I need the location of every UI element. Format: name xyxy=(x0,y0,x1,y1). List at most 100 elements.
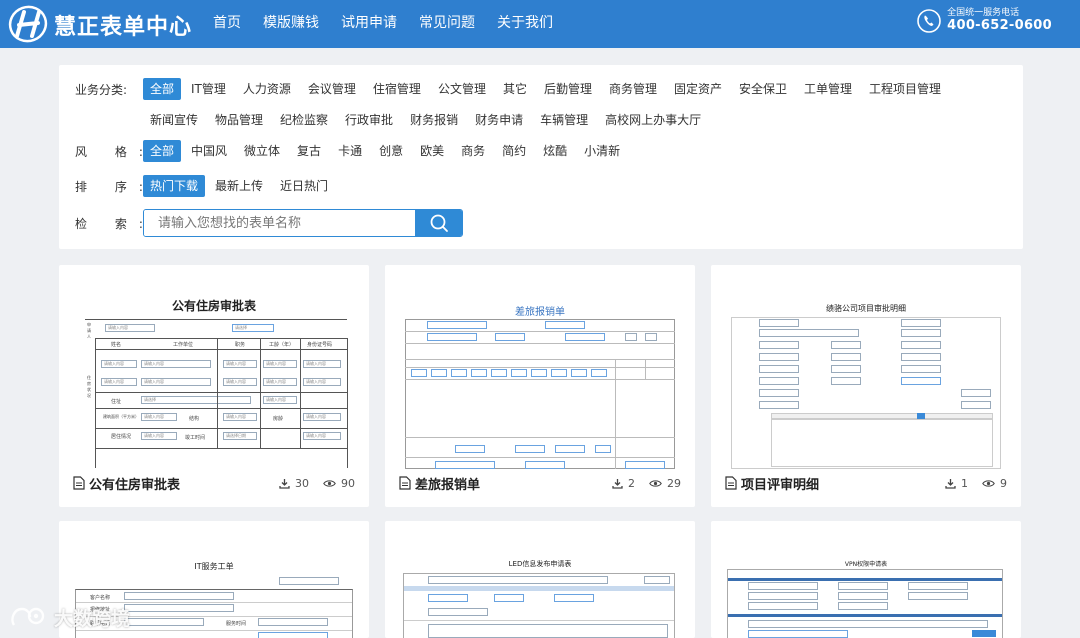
style-option[interactable]: 微立体 xyxy=(237,140,287,162)
template-thumbnail[interactable]: 差旅报销单 xyxy=(399,281,681,471)
document-icon xyxy=(399,476,411,490)
watermark-logo-icon xyxy=(11,607,45,626)
template-thumbnail[interactable]: 绩骆公司项目审批明细 xyxy=(725,281,1007,471)
style-label: 风 格: xyxy=(75,144,155,159)
search-row: 检 索: xyxy=(75,209,463,237)
category-option[interactable]: 后勤管理 xyxy=(537,78,599,100)
category-option[interactable]: 行政审批 xyxy=(338,109,400,131)
style-option[interactable]: 卡通 xyxy=(331,140,369,162)
thumbnail-form-table: 申请人 住房状况 请输入内容 请选择 姓名 工作单位 职务 工龄（年） 身份证号… xyxy=(85,319,348,468)
category-option[interactable]: 会议管理 xyxy=(301,78,363,100)
phone-icon xyxy=(917,9,941,33)
thumbnail-form-table xyxy=(405,319,675,469)
style-option[interactable]: 复古 xyxy=(290,140,328,162)
download-icon xyxy=(612,478,623,489)
view-count: 9 xyxy=(982,477,1007,490)
category-option[interactable]: 人力资源 xyxy=(236,78,298,100)
style-option[interactable]: 创意 xyxy=(372,140,410,162)
category-option[interactable]: 高校网上办事大厅 xyxy=(598,109,708,131)
main-nav: 首页 模版赚钱 试用申请 常见问题 关于我们 xyxy=(202,0,564,48)
category-option[interactable]: 公文管理 xyxy=(431,78,493,100)
category-option[interactable]: 财务报销 xyxy=(403,109,465,131)
category-option[interactable]: 新闻宣传 xyxy=(143,109,205,131)
style-option[interactable]: 炫酷 xyxy=(536,140,574,162)
search-input[interactable] xyxy=(144,210,415,236)
nav-home[interactable]: 首页 xyxy=(202,0,252,48)
thumbnail-title: VPN权限申请表 xyxy=(844,561,888,568)
template-card[interactable]: LED信息发布申请表 xyxy=(385,521,695,638)
search-label: 检 索: xyxy=(75,216,155,231)
sort-option-latest[interactable]: 最新上传 xyxy=(208,175,270,197)
download-count: 1 xyxy=(945,477,968,490)
eye-icon xyxy=(649,479,662,487)
document-icon xyxy=(725,476,737,490)
phone-label: 全国统一服务电话 xyxy=(947,8,1020,18)
category-option[interactable]: 车辆管理 xyxy=(533,109,595,131)
sort-option-recent-hot[interactable]: 近日热门 xyxy=(273,175,335,197)
card-title[interactable]: 项目评审明细 xyxy=(741,474,819,493)
thumbnail-title: 公有住房审批表 xyxy=(171,299,256,313)
style-option[interactable]: 简约 xyxy=(495,140,533,162)
template-card[interactable]: VPN权限申请表 xyxy=(711,521,1021,638)
template-card[interactable]: 绩骆公司项目审批明细 项目评审明细 1 9 xyxy=(711,265,1021,507)
style-option[interactable]: 商务 xyxy=(454,140,492,162)
template-thumbnail[interactable]: VPN权限申请表 xyxy=(725,537,1007,638)
nav-template-earn[interactable]: 模版赚钱 xyxy=(252,0,330,48)
top-navigation-bar: 慧正表单中心 首页 模版赚钱 试用申请 常见问题 关于我们 全国统一服务电话 4… xyxy=(0,0,1080,48)
view-count: 29 xyxy=(649,477,681,490)
category-option[interactable]: 工程项目管理 xyxy=(862,78,948,100)
watermark: 大数跨境 xyxy=(8,604,130,631)
style-option[interactable]: 欧美 xyxy=(413,140,451,162)
category-option[interactable]: 物品管理 xyxy=(208,109,270,131)
category-option[interactable]: IT管理 xyxy=(184,78,233,100)
thumbnail-title: 差旅报销单 xyxy=(515,307,565,318)
category-option[interactable]: 财务申请 xyxy=(468,109,530,131)
brand-name[interactable]: 慧正表单中心 xyxy=(54,9,192,41)
category-label: 业务分类: xyxy=(75,82,128,97)
thumbnail-title: 绩骆公司项目审批明细 xyxy=(826,304,906,313)
phone-number: 400-652-0600 xyxy=(947,17,1052,33)
eye-icon xyxy=(982,479,995,487)
category-option-all[interactable]: 全部 xyxy=(143,78,182,100)
template-thumbnail[interactable]: 公有住房审批表 申请人 住房状况 请输入内容 请选择 姓名 工作单位 职务 工龄… xyxy=(73,281,355,471)
nav-about-us[interactable]: 关于我们 xyxy=(486,0,564,48)
style-filter-row: 风 格: 全部 中国风 微立体 复古 卡通 创意 欧美 商务 简约 炫酷 小清新 xyxy=(75,140,630,162)
style-option-all[interactable]: 全部 xyxy=(143,140,182,162)
search-icon xyxy=(430,214,448,232)
template-card[interactable]: 差旅报销单 差旅报销单 2 29 xyxy=(385,265,695,507)
card-footer: 项目评审明细 1 9 xyxy=(725,473,1007,493)
style-option[interactable]: 小清新 xyxy=(577,140,627,162)
download-icon xyxy=(279,478,290,489)
thumbnail-form-table xyxy=(727,569,1003,638)
category-option[interactable]: 工单管理 xyxy=(797,78,859,100)
template-thumbnail[interactable]: LED信息发布申请表 xyxy=(399,537,681,638)
card-footer: 公有住房审批表 30 90 xyxy=(73,473,355,493)
card-title[interactable]: 差旅报销单 xyxy=(415,474,480,493)
category-option[interactable]: 固定资产 xyxy=(667,78,729,100)
card-footer: 差旅报销单 2 29 xyxy=(399,473,681,493)
category-filter-row-2: 新闻宣传 物品管理 纪检监察 行政审批 财务报销 财务申请 车辆管理 高校网上办… xyxy=(75,109,711,131)
search-box xyxy=(143,209,463,237)
thumbnail-title: LED信息发布申请表 xyxy=(508,560,572,568)
logo-icon[interactable] xyxy=(8,4,48,44)
nav-trial-apply[interactable]: 试用申请 xyxy=(330,0,408,48)
watermark-text: 大数跨境 xyxy=(54,608,131,630)
filter-panel: 业务分类: 全部 IT管理 人力资源 会议管理 住宿管理 公文管理 其它 后勤管… xyxy=(59,65,1023,249)
sort-option-hot-downloads[interactable]: 热门下载 xyxy=(143,175,206,197)
category-option[interactable]: 住宿管理 xyxy=(366,78,428,100)
category-option[interactable]: 其它 xyxy=(496,78,534,100)
category-option[interactable]: 安全保卫 xyxy=(732,78,794,100)
thumbnail-title: IT服务工单 xyxy=(194,562,234,571)
download-count: 30 xyxy=(279,477,309,490)
sort-label: 排 序: xyxy=(75,179,155,194)
card-title[interactable]: 公有住房审批表 xyxy=(89,474,180,493)
category-option[interactable]: 纪检监察 xyxy=(273,109,335,131)
sort-filter-row: 排 序: 热门下载 最新上传 近日热门 xyxy=(75,175,338,197)
thumbnail-form-table xyxy=(731,317,1001,469)
nav-faq[interactable]: 常见问题 xyxy=(408,0,486,48)
download-count: 2 xyxy=(612,477,635,490)
search-button[interactable] xyxy=(415,210,462,236)
style-option[interactable]: 中国风 xyxy=(184,140,234,162)
category-option[interactable]: 商务管理 xyxy=(602,78,664,100)
template-card[interactable]: 公有住房审批表 申请人 住房状况 请输入内容 请选择 姓名 工作单位 职务 工龄… xyxy=(59,265,369,507)
